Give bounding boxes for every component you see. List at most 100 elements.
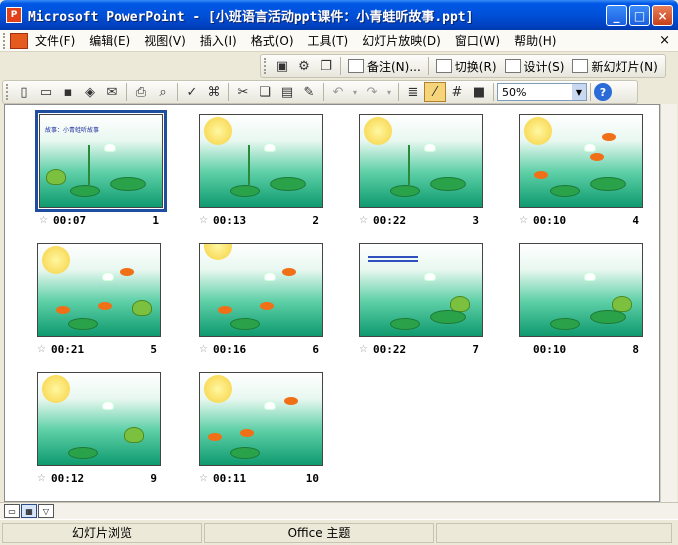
slide-thumbnail-1[interactable]: 故事：小青蛙听故事 ☆ 00:07 1 — [35, 110, 167, 229]
slide-meta: ☆ 00:16 6 — [199, 340, 323, 358]
slide-number: 1 — [152, 213, 159, 227]
transition-star-icon[interactable]: ☆ — [519, 215, 533, 226]
grid-icon[interactable]: # — [446, 82, 468, 102]
save-icon[interactable]: ▪ — [57, 82, 79, 102]
menu-tools[interactable]: 工具(T) — [301, 32, 356, 49]
transition-star-icon[interactable]: ☆ — [359, 215, 373, 226]
slideshow-view-icon[interactable]: ▽ — [38, 504, 54, 518]
new-slide-button[interactable]: 新幻灯片(N) — [568, 58, 661, 75]
redo-dropdown-icon[interactable]: ▾ — [383, 82, 395, 102]
slide-number: 4 — [632, 213, 639, 227]
toolbar-grip[interactable] — [6, 84, 9, 100]
color-grayscale-icon[interactable]: ■ — [468, 82, 490, 102]
slide-timing: 00:13 — [213, 213, 247, 227]
rehearse-icon[interactable]: ❐ — [315, 56, 337, 76]
research-icon[interactable]: ⌘ — [203, 82, 225, 102]
slide-thumbnail-3[interactable]: ☆ 00:22 3 — [359, 114, 483, 229]
vertical-scrollbar[interactable] — [660, 104, 677, 502]
chevron-down-icon[interactable]: ▼ — [572, 84, 586, 100]
normal-view-icon[interactable]: ▭ — [4, 504, 20, 518]
slide-sorter-toolbar: ▣ ⚙ ❐ 备注(N)... 切换(R) 设计(S) 新幻灯片(N) — [260, 54, 666, 78]
slide-thumbnail-4[interactable]: ☆ 00:10 4 — [519, 114, 643, 229]
copy-icon[interactable]: ❏ — [254, 82, 276, 102]
transition-star-icon[interactable]: ☆ — [199, 473, 213, 484]
new-icon[interactable]: ▯ — [13, 82, 35, 102]
slide-timing: 00:12 — [51, 471, 85, 485]
slide-meta: ☆00:108 — [519, 340, 643, 358]
menu-window[interactable]: 窗口(W) — [448, 32, 507, 49]
transition-star-icon[interactable]: ☆ — [199, 344, 213, 355]
toolbar-grip[interactable] — [264, 58, 267, 74]
slide-image — [519, 243, 643, 337]
print-icon[interactable]: ⎙ — [130, 82, 152, 102]
menu-edit[interactable]: 编辑(E) — [82, 32, 137, 49]
zoom-select[interactable]: 50% ▼ — [497, 83, 587, 101]
slide-thumbnail-8[interactable]: ☆00:108 — [519, 243, 643, 358]
spelling-icon[interactable]: ✓ — [181, 82, 203, 102]
undo-dropdown-icon[interactable]: ▾ — [349, 82, 361, 102]
slide-meta: ☆ 00:07 1 — [39, 211, 163, 229]
slide-thumbnail-6[interactable]: ☆ 00:16 6 — [199, 243, 323, 358]
slide-thumbnail-7[interactable]: ☆ 00:22 7 — [359, 243, 483, 358]
slide-thumbnail-9[interactable]: ☆ 00:12 9 — [37, 372, 161, 487]
slide-thumbnail-10[interactable]: ☆ 00:11 10 — [199, 372, 323, 487]
powerpoint-app-icon[interactable]: P — [6, 7, 22, 23]
slide-meta: ☆ 00:11 10 — [199, 469, 323, 487]
paste-icon[interactable]: ▤ — [276, 82, 298, 102]
menu-file[interactable]: 文件(F) — [28, 32, 82, 49]
format-painter-icon[interactable]: ✎ — [298, 82, 320, 102]
redo-icon[interactable]: ↷ — [361, 82, 383, 102]
help-icon[interactable]: ? — [594, 83, 612, 101]
print-preview-icon[interactable]: ⌕ — [152, 82, 174, 102]
menubar-grip[interactable] — [3, 32, 6, 49]
menu-view[interactable]: 视图(V) — [137, 32, 193, 49]
slide-thumbnail-5[interactable]: ☆ 00:21 5 — [37, 243, 161, 358]
permission-icon[interactable]: ◈ — [79, 82, 101, 102]
slide-title-text: 故事：小青蛙听故事 — [45, 127, 100, 134]
hide-slide-icon[interactable]: ▣ — [271, 56, 293, 76]
document-close-icon[interactable]: × — [659, 33, 670, 48]
slide-timing: 00:22 — [373, 342, 407, 356]
show-formatting-icon[interactable]: ⁄ — [424, 82, 446, 102]
slide-number: 5 — [150, 342, 157, 356]
open-icon[interactable]: ▭ — [35, 82, 57, 102]
minimize-button[interactable]: _ — [606, 5, 627, 26]
toolbar-separator — [398, 83, 399, 101]
slide-sorter-pane[interactable]: 故事：小青蛙听故事 ☆00:071 ☆00:132 ☆00:223 — [4, 104, 660, 502]
menu-help[interactable]: 帮助(H) — [507, 32, 563, 49]
slide-sorter-view-icon[interactable]: ▦ — [21, 504, 37, 518]
slide-image — [359, 243, 483, 337]
maximize-button[interactable]: □ — [629, 5, 650, 26]
menu-bar: 文件(F) 编辑(E) 视图(V) 插入(I) 格式(O) 工具(T) 幻灯片放… — [0, 30, 678, 52]
document-icon[interactable] — [10, 32, 28, 49]
menu-format[interactable]: 格式(O) — [244, 32, 301, 49]
toolbar-separator — [340, 57, 341, 75]
transition-star-icon[interactable]: ☆ — [199, 215, 213, 226]
design-button[interactable]: 设计(S) — [501, 58, 569, 75]
slide-thumbnail-2[interactable]: ☆ 00:13 2 — [199, 114, 323, 229]
transition-icon — [435, 59, 452, 73]
transition-star-icon[interactable]: ☆ — [37, 473, 51, 484]
menu-insert[interactable]: 插入(I) — [193, 32, 244, 49]
transition-star-icon[interactable]: ☆ — [39, 215, 53, 226]
slide-meta: ☆ 00:10 4 — [519, 211, 643, 229]
transition-button[interactable]: 切换(R) — [432, 58, 501, 75]
toolbar-separator — [228, 83, 229, 101]
cut-icon[interactable]: ✂ — [232, 82, 254, 102]
slide-meta: ☆ 00:12 9 — [37, 469, 161, 487]
notes-button[interactable]: 备注(N)... — [344, 58, 425, 75]
slide-timing: 00:11 — [213, 471, 247, 485]
expand-all-icon[interactable]: ≣ — [402, 82, 424, 102]
slide-meta: ☆ 00:22 7 — [359, 340, 483, 358]
close-button[interactable]: × — [652, 5, 673, 26]
transition-star-icon[interactable]: ☆ — [359, 344, 373, 355]
status-bar: 幻灯片浏览 Office 主题 — [0, 519, 678, 545]
title-bar: P Microsoft PowerPoint - [小班语言活动ppt课件：小青… — [0, 0, 678, 30]
transition-star-icon[interactable]: ☆ — [37, 344, 51, 355]
status-view: 幻灯片浏览 — [2, 522, 202, 543]
summary-slide-icon[interactable]: ⚙ — [293, 56, 315, 76]
slide-image — [519, 114, 643, 208]
menu-slideshow[interactable]: 幻灯片放映(D) — [355, 32, 448, 49]
email-icon[interactable]: ✉ — [101, 82, 123, 102]
undo-icon[interactable]: ↶ — [327, 82, 349, 102]
